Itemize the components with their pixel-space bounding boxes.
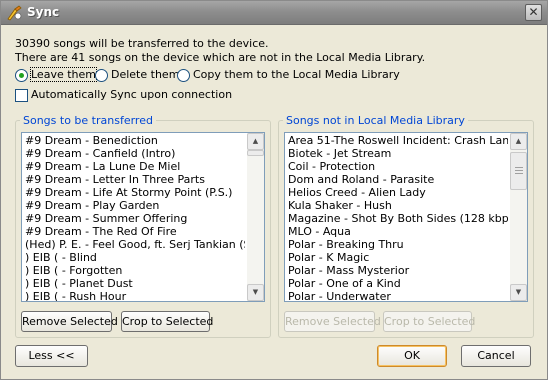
list-item[interactable]: #9 Dream - Canfield (Intro): [24, 147, 245, 160]
songs-to-transfer-list[interactable]: #9 Dream - Benediction #9 Dream - Canfiel…: [21, 132, 265, 302]
scroll-down-button[interactable]: ▼: [247, 284, 264, 301]
window-title: Sync: [27, 5, 60, 19]
close-icon: ✕: [528, 5, 539, 19]
delete-them-radio[interactable]: [95, 69, 108, 82]
songs-not-in-library-list[interactable]: Area 51-The Roswell Incident: Crash Land…: [284, 132, 528, 302]
copy-to-library-radio[interactable]: [177, 69, 190, 82]
list-item[interactable]: #9 Dream - Summer Offering: [24, 212, 245, 225]
list-item[interactable]: ) EIB ( - Rush Hour: [24, 290, 245, 301]
sync-dialog: Sync ✕ 30390 songs will be transferred t…: [0, 0, 548, 380]
list-item[interactable]: Dom and Roland - Parasite: [287, 173, 508, 186]
less-button[interactable]: Less <<: [15, 345, 88, 367]
list-item[interactable]: #9 Dream - Play Garden: [24, 199, 245, 212]
list-item[interactable]: Kula Shaker - Hush: [287, 199, 508, 212]
list-item[interactable]: ) EIB ( - Forgotten: [24, 264, 245, 277]
leave-them-label[interactable]: Leave them: [30, 67, 97, 82]
list-item[interactable]: Coil - Protection: [287, 160, 508, 173]
list-item[interactable]: MLO - Aqua: [287, 225, 508, 238]
list-item[interactable]: #9 Dream - Benediction: [24, 134, 245, 147]
scroll-thumb[interactable]: [510, 152, 527, 190]
sync-app-icon: [7, 5, 22, 21]
not-in-library-text: There are 41 songs on the device which a…: [15, 51, 426, 64]
right-remove-selected-button[interactable]: Remove Selected: [284, 311, 381, 332]
list-item[interactable]: Polar - Breaking Thru: [287, 238, 508, 251]
list-item[interactable]: Polar - Underwater: [287, 290, 508, 301]
left-crop-to-selected-button[interactable]: Crop to Selected: [121, 311, 213, 332]
songs-not-in-library-items: Area 51-The Roswell Incident: Crash Land…: [287, 134, 508, 301]
arrow-up-icon: ▲: [515, 137, 522, 145]
list-item[interactable]: Biotek - Jet Stream: [287, 147, 508, 160]
songs-to-transfer-scrollbar[interactable]: ▲ ▼: [247, 133, 264, 301]
leave-them-radio[interactable]: [15, 69, 28, 82]
arrow-up-icon: ▲: [252, 137, 259, 145]
delete-them-label[interactable]: Delete them: [111, 68, 179, 81]
scroll-up-button[interactable]: ▲: [247, 133, 264, 150]
title-bar[interactable]: Sync ✕: [1, 1, 547, 25]
list-item[interactable]: Helios Creed - Alien Lady: [287, 186, 508, 199]
scroll-thumb[interactable]: [247, 150, 264, 156]
cancel-button[interactable]: Cancel: [461, 345, 531, 367]
list-item[interactable]: (Hed) P. E. - Feel Good, ft. Serj Tankia…: [24, 238, 245, 251]
copy-to-library-label[interactable]: Copy them to the Local Media Library: [193, 68, 400, 81]
songs-not-in-library-title: Songs not in Local Media Library: [283, 114, 468, 127]
list-item[interactable]: #9 Dream - Life At Stormy Point (P.S.): [24, 186, 245, 199]
ok-button[interactable]: OK: [377, 345, 447, 367]
list-item[interactable]: Magazine - Shot By Both Sides (128 kbps): [287, 212, 508, 225]
arrow-down-icon: ▼: [252, 288, 259, 296]
left-remove-selected-button[interactable]: Remove Selected: [21, 311, 118, 332]
songs-not-in-library-scrollbar[interactable]: ▲ ▼: [510, 133, 527, 301]
songs-to-transfer-title: Songs to be transferred: [20, 114, 156, 127]
list-item[interactable]: #9 Dream - Letter In Three Parts: [24, 173, 245, 186]
auto-sync-checkbox[interactable]: [15, 89, 28, 102]
songs-to-transfer-items: #9 Dream - Benediction #9 Dream - Canfiel…: [24, 134, 245, 301]
list-item[interactable]: #9 Dream - La Lune De Miel: [24, 160, 245, 173]
list-item[interactable]: Polar - One of a Kind: [287, 277, 508, 290]
close-button[interactable]: ✕: [525, 4, 542, 21]
auto-sync-label[interactable]: Automatically Sync upon connection: [31, 88, 232, 101]
scroll-up-button[interactable]: ▲: [510, 133, 527, 150]
list-item[interactable]: Polar - Mass Mysterior: [287, 264, 508, 277]
list-item[interactable]: #9 Dream - The Red Of Fire: [24, 225, 245, 238]
list-item[interactable]: Polar - K Magic: [287, 251, 508, 264]
scroll-down-button[interactable]: ▼: [510, 284, 527, 301]
right-crop-to-selected-button[interactable]: Crop to Selected: [383, 311, 475, 332]
list-item[interactable]: ) EIB ( - Planet Dust: [24, 277, 245, 290]
list-item[interactable]: ) EIB ( - Blind: [24, 251, 245, 264]
list-item[interactable]: Area 51-The Roswell Incident: Crash Land…: [287, 134, 508, 147]
transfer-count-text: 30390 songs will be transferred to the d…: [15, 37, 269, 50]
arrow-down-icon: ▼: [515, 288, 522, 296]
